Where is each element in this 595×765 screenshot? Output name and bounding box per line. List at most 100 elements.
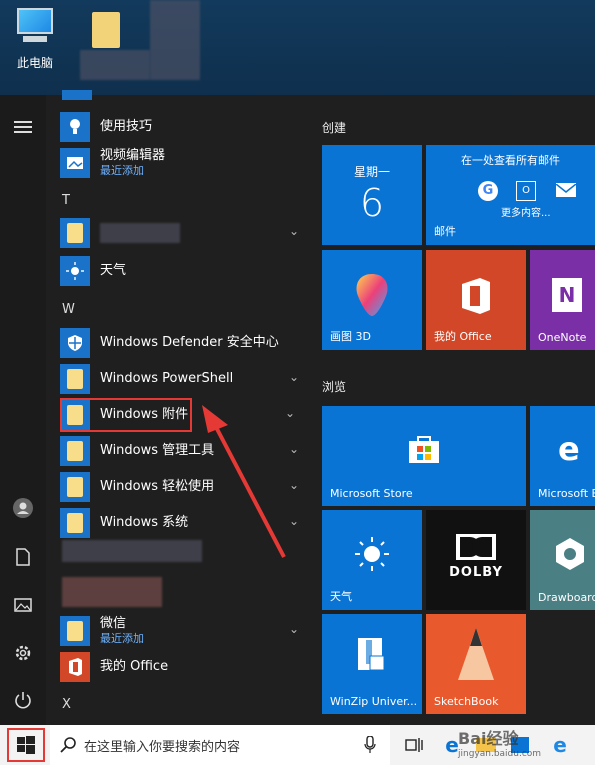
app-label: 天气 xyxy=(100,263,127,278)
envelope-icon xyxy=(555,183,577,197)
user-avatar-icon[interactable] xyxy=(8,493,38,523)
desktop: 此电脑 xyxy=(0,0,595,95)
tile-dolby[interactable]: DOLBY xyxy=(426,510,526,610)
mail-headline: 在一处查看所有邮件 xyxy=(461,154,560,167)
ie-taskbar-icon[interactable]: e xyxy=(548,733,572,757)
lightbulb-icon xyxy=(60,112,90,142)
chevron-down-icon[interactable]: ⌄ xyxy=(289,224,299,238)
hamburger-menu-icon[interactable] xyxy=(8,112,38,142)
folder-icon xyxy=(60,472,90,502)
mail-more: 更多内容... xyxy=(501,208,551,219)
tile-onenote[interactable]: N OneNote xyxy=(530,250,595,350)
tile-label: SketchBook xyxy=(434,695,499,708)
documents-icon[interactable] xyxy=(8,542,38,572)
folder-shortcut[interactable] xyxy=(78,6,138,54)
store-bag-icon xyxy=(409,436,439,463)
app-label: Windows Defender 安全中心 xyxy=(100,335,279,350)
tile-label: Microsoft Store xyxy=(330,487,413,500)
tile-label: 我的 Office xyxy=(434,330,492,343)
app-my-office[interactable]: 我的 Office xyxy=(60,650,305,684)
tile-label: 邮件 xyxy=(434,225,456,238)
tile-label: 画图 3D xyxy=(330,330,371,343)
office-icon xyxy=(60,652,90,682)
this-pc-shortcut[interactable]: 此电脑 xyxy=(5,6,65,71)
calendar-date: 6 xyxy=(359,181,385,225)
tile-microsoft-edge[interactable]: e Microsoft Edge xyxy=(530,406,595,506)
blurred-region xyxy=(150,0,200,80)
app-windows-accessories[interactable]: Windows 附件 xyxy=(60,398,192,432)
tile-label: 天气 xyxy=(330,590,352,603)
app-label: 我的 Office xyxy=(100,659,169,674)
shield-icon xyxy=(60,328,90,358)
windows-logo-icon xyxy=(17,736,35,754)
calendar-day: 星期一 xyxy=(353,165,390,179)
app-video-editor[interactable]: 视频编辑器 最近添加 xyxy=(60,146,305,180)
tile-label: Drawboard xyxy=(538,591,595,604)
google-icon: G xyxy=(478,181,498,201)
dolby-wordmark: DOLBY xyxy=(449,565,503,580)
section-letter-x[interactable]: X xyxy=(62,697,71,712)
blurred-region xyxy=(62,577,162,607)
start-button[interactable] xyxy=(7,728,45,762)
tile-sketchbook[interactable]: SketchBook xyxy=(426,614,526,714)
tile-my-office[interactable]: 我的 Office xyxy=(426,250,526,350)
tile-label: Microsoft Edge xyxy=(538,487,595,500)
office-icon xyxy=(462,278,490,314)
app-windows-defender[interactable]: Windows Defender 安全中心 xyxy=(60,326,305,360)
app-label: Windows 系统 xyxy=(100,515,189,530)
tile-microsoft-store[interactable]: Microsoft Store xyxy=(322,406,526,506)
tile-mail[interactable]: 在一处查看所有邮件 G O 更多内容... 邮件 xyxy=(426,145,595,245)
start-menu: 使用技巧 视频编辑器 最近添加 T ⌄ 天气 W Windows Defende… xyxy=(0,90,595,725)
taskbar: 在这里输入你要搜索的内容 e e Bai经验 jingyan.baidu.com xyxy=(0,725,595,765)
recently-added-label: 最近添加 xyxy=(100,164,144,177)
onenote-icon: N xyxy=(552,278,582,312)
tile-weather[interactable]: 天气 xyxy=(322,510,422,610)
app-icon-partial xyxy=(62,90,92,100)
pictures-icon[interactable] xyxy=(8,590,38,620)
app-tips[interactable]: 使用技巧 xyxy=(60,110,305,144)
app-blurred[interactable]: ⌄ xyxy=(60,216,305,250)
outlook-icon: O xyxy=(516,181,536,201)
recently-added-label: 最近添加 xyxy=(100,632,144,645)
chevron-down-icon[interactable]: ⌄ xyxy=(289,370,299,384)
taskbar-search-box[interactable]: 在这里输入你要搜索的内容 xyxy=(50,725,390,765)
group-title-browse: 浏览 xyxy=(322,380,347,394)
weather-sun-icon xyxy=(60,256,90,286)
section-letter-t[interactable]: T xyxy=(62,193,70,208)
chevron-down-icon[interactable]: ⌄ xyxy=(289,622,299,636)
tile-paint3d[interactable]: 画图 3D xyxy=(322,250,422,350)
microphone-icon[interactable] xyxy=(364,736,376,754)
app-weather[interactable]: 天气 xyxy=(60,254,305,288)
red-arrow-annotation xyxy=(202,405,286,558)
computer-icon xyxy=(13,6,57,50)
pencil-icon xyxy=(458,628,494,680)
folder-icon xyxy=(60,400,90,430)
app-label: 微信 xyxy=(100,616,127,631)
video-editor-icon xyxy=(60,148,90,178)
watermark-url: jingyan.baidu.com xyxy=(458,749,542,759)
start-rail xyxy=(0,95,46,725)
app-label: Windows 附件 xyxy=(100,407,189,422)
folder-icon xyxy=(60,218,90,248)
section-letter-w[interactable]: W xyxy=(62,302,75,317)
blurred-region xyxy=(62,540,202,562)
app-label: 使用技巧 xyxy=(100,119,153,134)
watermark-logo: Bai经验 xyxy=(458,729,519,748)
search-icon xyxy=(60,737,76,753)
blurred-region xyxy=(80,50,150,80)
app-wechat[interactable]: 微信 最近添加 ⌄ xyxy=(60,614,305,648)
tile-calendar[interactable]: 星期一 6 xyxy=(322,145,422,245)
tile-area: 创建 星期一 6 在一处查看所有邮件 G O 更多内容... 邮件 画图 3D xyxy=(320,95,595,725)
settings-gear-icon[interactable] xyxy=(8,638,38,668)
folder-icon xyxy=(60,508,90,538)
tile-winzip[interactable]: WinZip Univer... xyxy=(322,614,422,714)
this-pc-label: 此电脑 xyxy=(16,56,53,70)
sun-icon xyxy=(355,537,389,571)
app-windows-powershell[interactable]: Windows PowerShell ⌄ xyxy=(60,362,305,396)
power-icon[interactable] xyxy=(8,685,38,715)
task-view-icon[interactable] xyxy=(402,733,426,757)
edge-icon: e xyxy=(558,430,580,468)
tile-drawboard[interactable]: Drawboard xyxy=(530,510,595,610)
tile-label: OneNote xyxy=(538,331,587,344)
folder-icon xyxy=(60,436,90,466)
